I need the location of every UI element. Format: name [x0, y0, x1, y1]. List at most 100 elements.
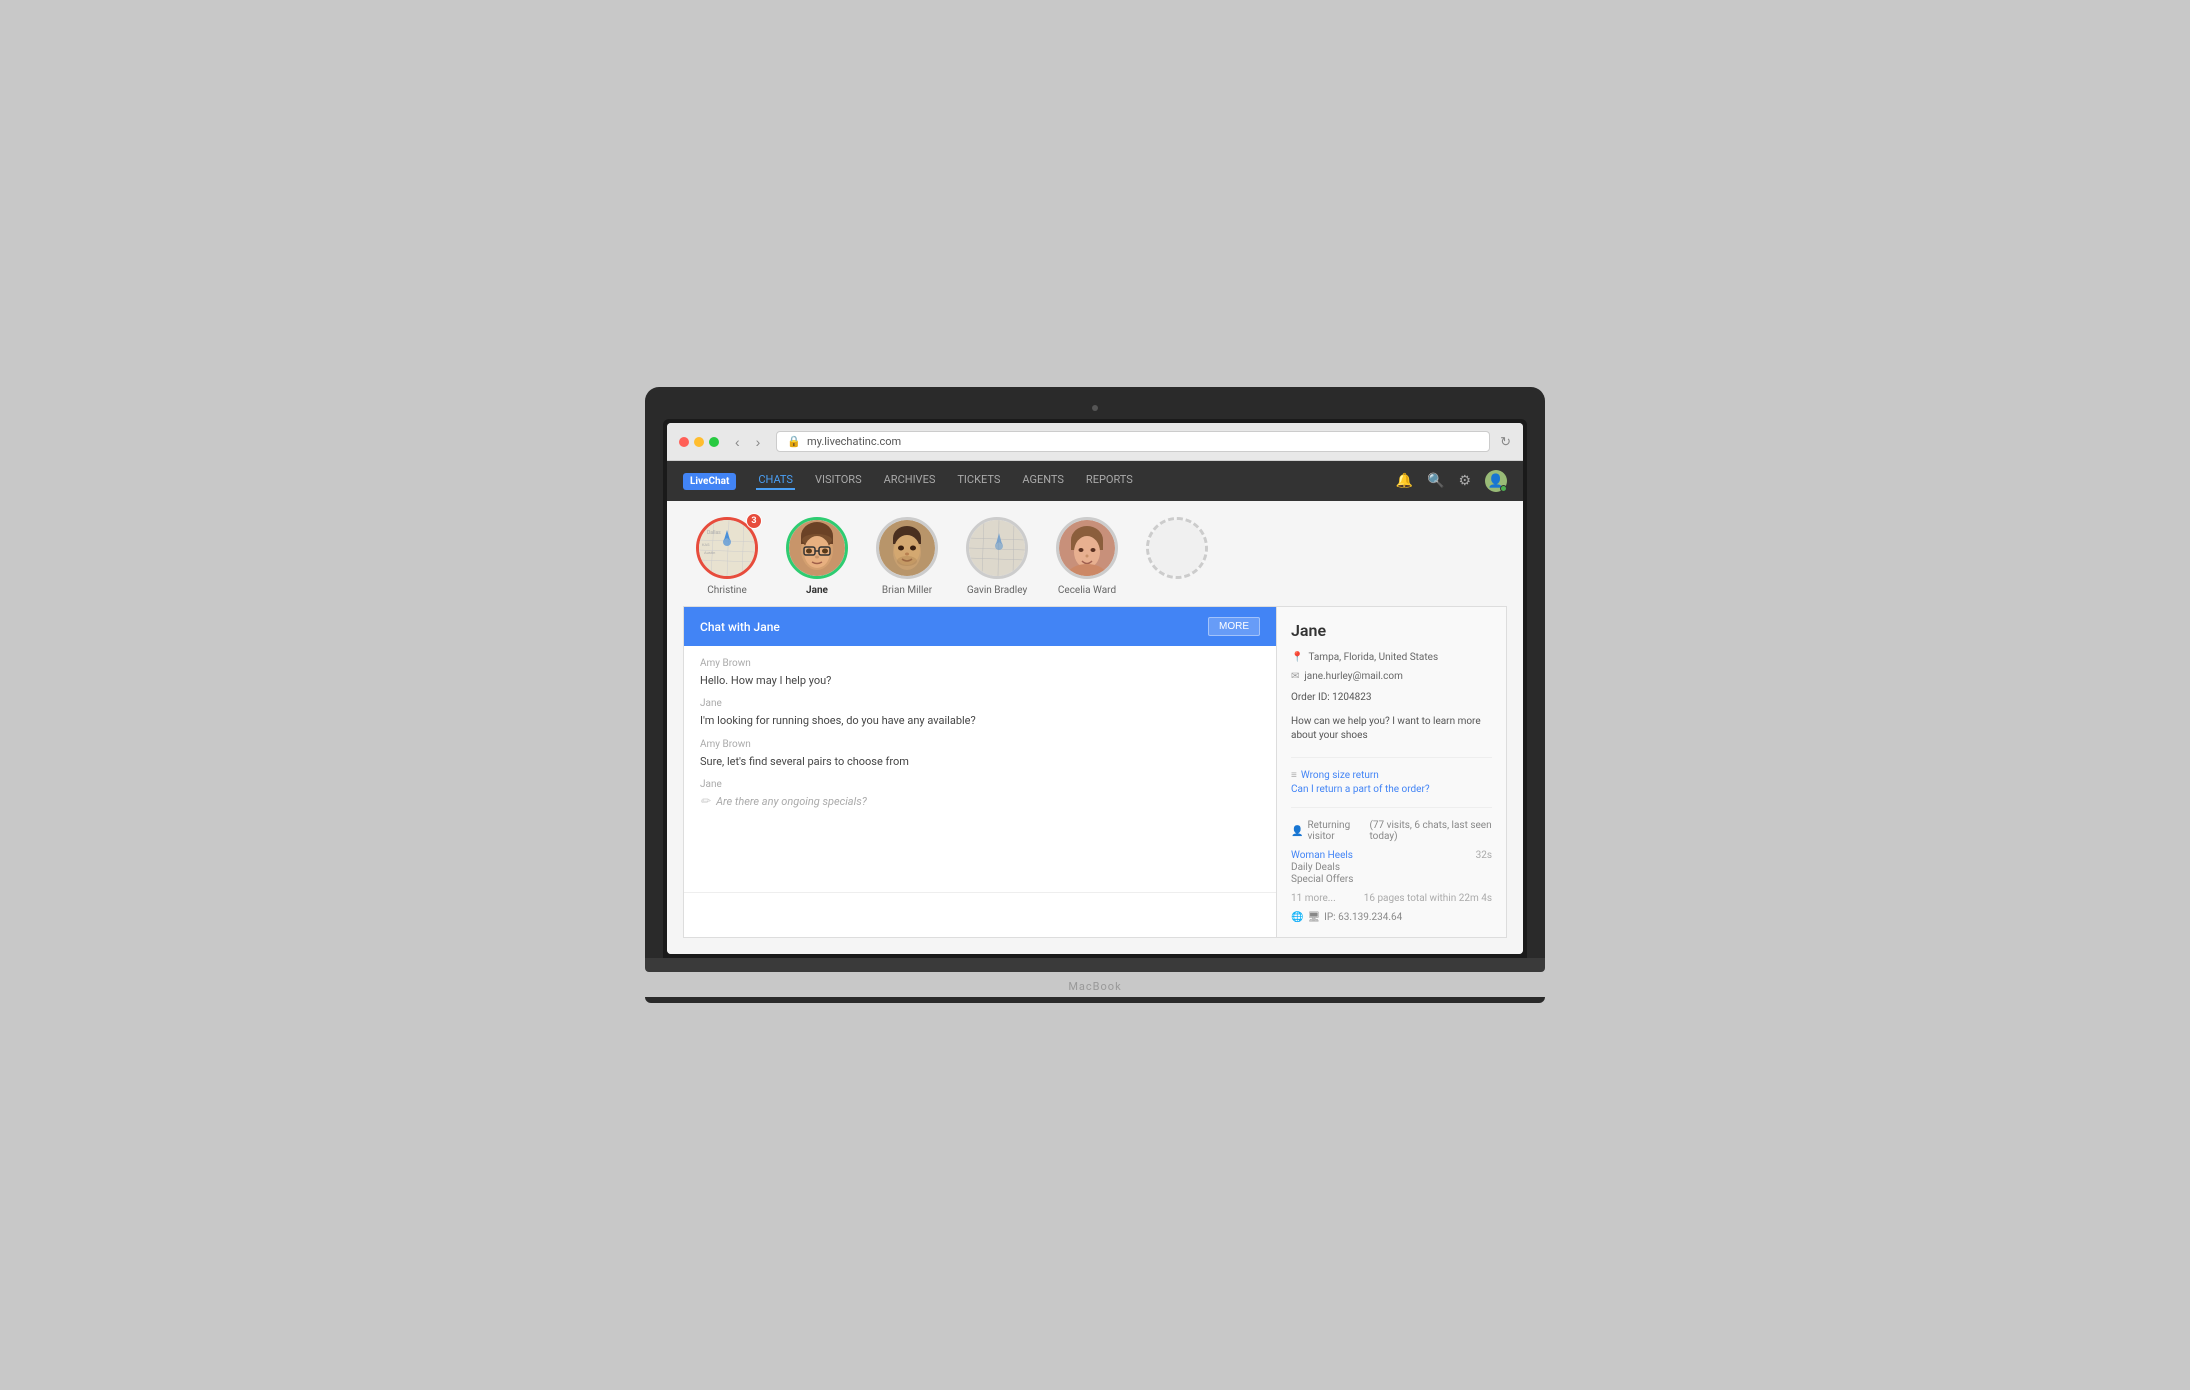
back-button[interactable]: ‹: [729, 432, 746, 452]
help-text: How can we help you? I want to learn mor…: [1291, 715, 1492, 743]
fullscreen-button-traffic[interactable]: [709, 437, 719, 447]
reload-button[interactable]: ↻: [1500, 434, 1511, 450]
nav-chats[interactable]: CHATS: [756, 473, 795, 490]
nav-archives[interactable]: ARCHIVES: [882, 473, 938, 490]
avatar-brian[interactable]: Brian Miller: [867, 517, 947, 596]
nav-links: CHATS VISITORS ARCHIVES TICKETS AGENTS R…: [756, 473, 1395, 490]
message-sender-3: Amy Brown: [700, 739, 1260, 750]
chat-panel: Chat with Jane MORE Amy Brown Hello. How…: [683, 606, 1277, 938]
divider-1: [1291, 757, 1492, 758]
message-sender-2: Jane: [700, 698, 1260, 709]
ip-row: 🌐 🖥 IP: 63.139.234.64: [1291, 912, 1492, 923]
notification-icon[interactable]: 🔔: [1396, 473, 1413, 489]
pages-list: Woman Heels 32s Daily Deals Special Offe…: [1291, 850, 1492, 885]
message-group-2: Jane I'm looking for running shoes, do y…: [700, 698, 1260, 728]
message-group-3: Amy Brown Sure, let's find several pairs…: [700, 739, 1260, 769]
avatar-name-brian: Brian Miller: [882, 585, 932, 596]
browser-icon: 🌐: [1291, 912, 1303, 923]
sidebar: Jane 📍 Tampa, Florida, United States ✉ j…: [1277, 606, 1507, 938]
chat-input[interactable]: [696, 901, 1264, 925]
typing-icon: ✏: [700, 794, 710, 808]
email-text: jane.hurley@mail.com: [1304, 671, 1403, 682]
divider-2: [1291, 807, 1492, 808]
message-sender-1: Amy Brown: [700, 658, 1260, 669]
email-icon: ✉: [1291, 671, 1299, 682]
link-text-2: Can I return a part of the order?: [1291, 784, 1430, 795]
avatar-empty[interactable]: [1137, 517, 1217, 596]
message-text-3: Sure, let's find several pairs to choose…: [700, 754, 1260, 769]
svg-text:Dallas: Dallas: [707, 530, 721, 536]
avatar-cecelia[interactable]: Cecelia Ward: [1047, 517, 1127, 596]
laptop-foot: [645, 997, 1545, 1003]
more-button[interactable]: MORE: [1208, 617, 1260, 636]
avatar-christine[interactable]: Dallas KAS Austin: [687, 517, 767, 596]
sidebar-link-1[interactable]: ≡ Wrong size return: [1291, 770, 1492, 781]
livechat-logo: LiveChat: [683, 473, 736, 490]
chat-header: Chat with Jane MORE: [684, 607, 1276, 646]
avatar-name-cecelia: Cecelia Ward: [1058, 585, 1116, 596]
link-list: ≡ Wrong size return Can I return a part …: [1291, 770, 1492, 795]
page-name-2: Daily Deals: [1291, 862, 1340, 873]
sidebar-link-2[interactable]: Can I return a part of the order?: [1291, 784, 1492, 795]
chat-messages: Amy Brown Hello. How may I help you? Jan…: [684, 646, 1276, 892]
chat-avatars-row: Dallas KAS Austin: [667, 501, 1523, 606]
avatar-gavin[interactable]: Gavin Bradley: [957, 517, 1037, 596]
page-name-1: Woman Heels: [1291, 850, 1353, 861]
page-time-1: 32s: [1476, 850, 1492, 861]
link-text-1: Wrong size return: [1301, 770, 1379, 781]
nav-tickets[interactable]: TICKETS: [955, 473, 1002, 490]
ip-text: IP: 63.139.234.64: [1324, 912, 1402, 923]
chat-input-area[interactable]: [684, 892, 1276, 937]
message-text-4: Are there any ongoing specials?: [716, 795, 867, 808]
nav-agents[interactable]: AGENTS: [1020, 473, 1066, 490]
nav-reports[interactable]: REPORTS: [1084, 473, 1135, 490]
list-icon-1: ≡: [1291, 770, 1297, 781]
avatar-name-jane: Jane: [806, 585, 828, 596]
forward-button[interactable]: ›: [750, 432, 767, 452]
pages-total: 16 pages total within 22m 4s: [1364, 893, 1492, 904]
page-item-3: Special Offers: [1291, 874, 1492, 885]
location-text: Tampa, Florida, United States: [1308, 652, 1438, 663]
svg-text:Austin: Austin: [704, 550, 715, 555]
svg-text:KAS: KAS: [702, 542, 710, 547]
message-group-4: Jane ✏ Are there any ongoing specials?: [700, 779, 1260, 808]
message-typing-4: ✏ Are there any ongoing specials?: [700, 794, 1260, 808]
online-dot: [1500, 485, 1507, 492]
page-name-3: Special Offers: [1291, 874, 1353, 885]
close-button-traffic[interactable]: [679, 437, 689, 447]
location-icon: 📍: [1291, 652, 1303, 663]
traffic-lights: [679, 437, 719, 447]
logo-text: LiveChat: [690, 476, 729, 487]
search-icon[interactable]: 🔍: [1427, 473, 1444, 489]
avatar-name-gavin: Gavin Bradley: [967, 585, 1027, 596]
laptop-bottom: [645, 958, 1545, 972]
camera: [1092, 405, 1098, 411]
message-text-2: I'm looking for running shoes, do you ha…: [700, 713, 1260, 728]
page-item-1: Woman Heels 32s: [1291, 850, 1492, 861]
app-nav: LiveChat CHATS VISITORS ARCHIVES TICKETS…: [667, 461, 1523, 501]
nav-visitors[interactable]: VISITORS: [813, 473, 864, 490]
page-item-2: Daily Deals: [1291, 862, 1492, 873]
message-text-1: Hello. How may I help you?: [700, 673, 1260, 688]
badge-count: 3: [746, 513, 762, 529]
macbook-label: MacBook: [645, 972, 1545, 997]
sidebar-visitor-name: Jane: [1291, 621, 1492, 640]
nav-icons: 🔔 🔍 ⚙ 👤: [1396, 470, 1507, 492]
visitor-icon: 👤: [1291, 826, 1303, 837]
returning-label: Returning visitor: [1307, 820, 1365, 842]
url-text: my.livechatinc.com: [807, 435, 901, 448]
message-sender-4: Jane: [700, 779, 1260, 790]
chat-title: Chat with Jane: [700, 620, 780, 634]
visits-info: (77 visits, 6 chats, last seen today): [1369, 820, 1492, 842]
user-avatar[interactable]: 👤: [1485, 470, 1507, 492]
lock-icon: 🔒: [787, 435, 801, 448]
returning-visitor: 👤 Returning visitor (77 visits, 6 chats,…: [1291, 820, 1492, 842]
order-id: Order ID: 1204823: [1291, 692, 1492, 703]
address-bar[interactable]: 🔒 my.livechatinc.com: [776, 431, 1490, 452]
minimize-button-traffic[interactable]: [694, 437, 704, 447]
flag-icon: 🖥: [1307, 912, 1320, 923]
avatar-jane[interactable]: Jane: [777, 517, 857, 596]
settings-icon[interactable]: ⚙: [1458, 473, 1471, 489]
sidebar-location: 📍 Tampa, Florida, United States: [1291, 652, 1492, 663]
pages-more: 11 more...: [1291, 893, 1336, 904]
